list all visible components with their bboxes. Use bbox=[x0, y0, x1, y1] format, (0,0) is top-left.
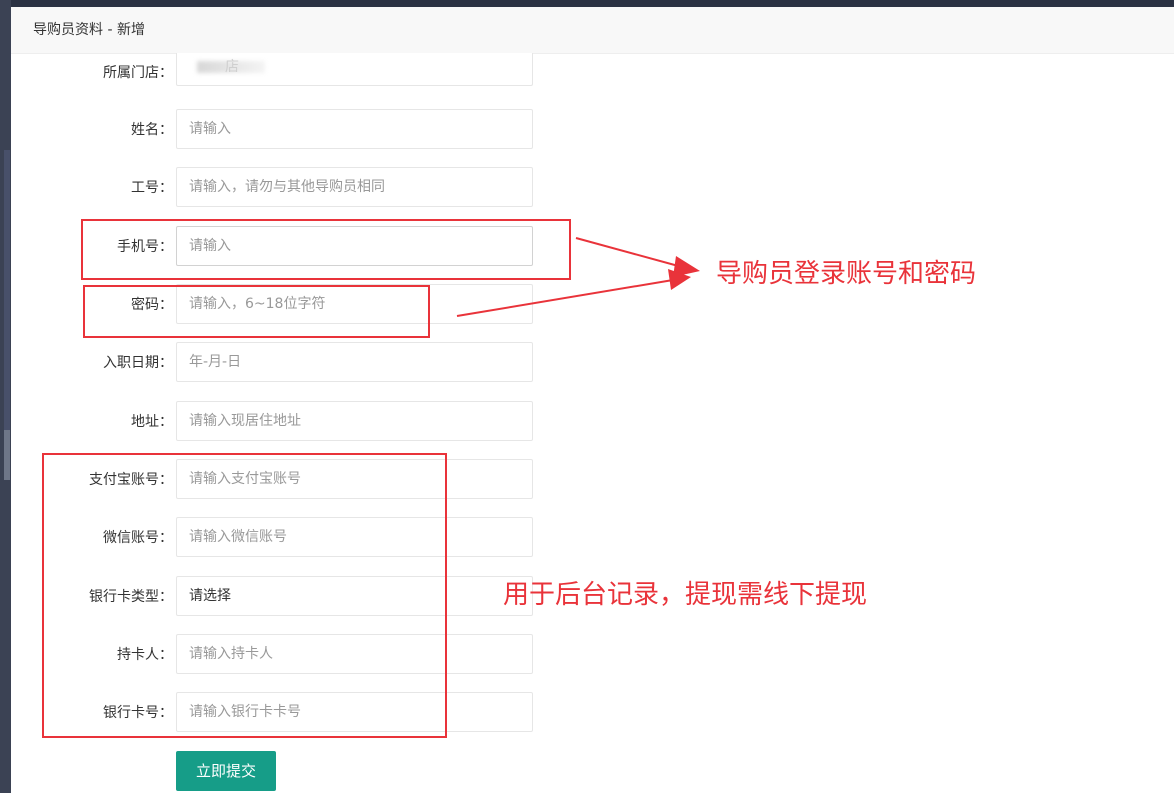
arrow-line-phone bbox=[575, 237, 683, 268]
annotation-arrows bbox=[456, 237, 700, 317]
annotation-login-note: 导购员登录账号和密码 bbox=[716, 259, 977, 289]
annotation-record-note: 用于后台记录，提现需线下提现 bbox=[503, 580, 868, 610]
arrow-line-password bbox=[456, 279, 674, 317]
